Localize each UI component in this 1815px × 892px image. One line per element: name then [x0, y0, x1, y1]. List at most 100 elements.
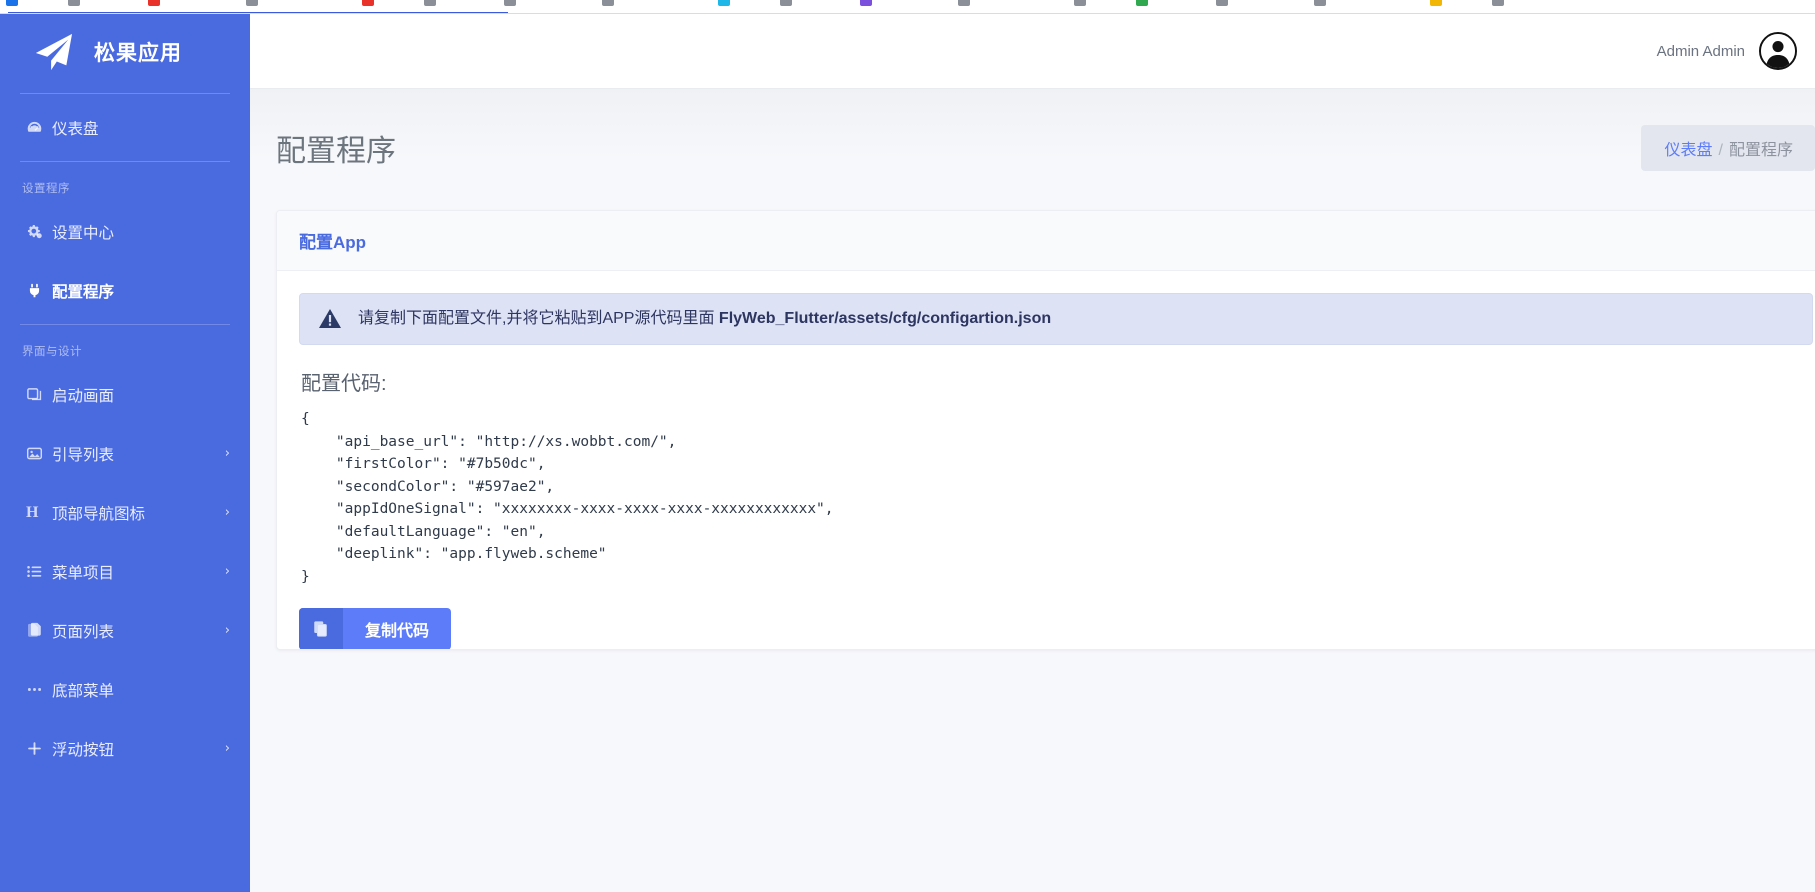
copy-code-label: 复制代码 [343, 608, 451, 650]
bookmark-favicon-icon [68, 0, 80, 6]
card-body: 请复制下面配置文件,并将它粘贴到APP源代码里面 FlyWeb_Flutter/… [277, 271, 1815, 650]
copy-icon [299, 608, 343, 650]
plus-icon [26, 740, 52, 757]
bookmark-item[interactable] [718, 0, 730, 6]
chevron-right-icon[interactable]: › [225, 564, 230, 579]
bookmark-item[interactable] [602, 0, 614, 6]
sidebar-item-0-2[interactable]: 启动画面 [0, 365, 250, 424]
heading-icon: H [26, 505, 52, 521]
sidebar-item-label: 顶部导航图标 [52, 502, 225, 524]
user-menu[interactable]: Admin Admin [1657, 32, 1797, 70]
bookmark-item[interactable] [6, 0, 18, 6]
file-icon [26, 622, 52, 639]
sidebar-divider [20, 324, 230, 325]
alert-text: 请复制下面配置文件,并将它粘贴到APP源代码里面 FlyWeb_Flutter/… [358, 308, 1051, 330]
bookmark-favicon-icon [1430, 0, 1442, 6]
sidebar-item-5-2[interactable]: 底部菜单 [0, 660, 250, 719]
bookmark-favicon-icon [958, 0, 970, 6]
bookmark-favicon-icon [1074, 0, 1086, 6]
bookmark-item[interactable] [504, 0, 516, 6]
bookmark-favicon-icon [602, 0, 614, 6]
bookmark-item[interactable] [68, 0, 80, 6]
config-code-block: { "api_base_url": "http://xs.wobbt.com/"… [301, 408, 1813, 588]
sidebar-item-label: 设置中心 [52, 221, 230, 243]
topbar: Admin Admin [250, 14, 1815, 89]
sidebar-item-label: 配置程序 [52, 280, 230, 302]
sidebar-item-0-1[interactable]: 设置中心 [0, 202, 250, 261]
sidebar: 松果应用 仪表盘设置程序设置中心配置程序界面与设计启动画面引导列表›H顶部导航图… [0, 14, 250, 892]
bookmark-favicon-icon [246, 0, 258, 6]
sidebar-item-label: 启动画面 [52, 384, 230, 406]
code-label: 配置代码: [301, 367, 1813, 396]
page-header: 配置程序 仪表盘 / 配置程序 [250, 89, 1815, 207]
card-title: 配置App [299, 228, 366, 253]
bookmark-favicon-icon [1216, 0, 1228, 6]
list-icon [26, 563, 52, 580]
breadcrumb-current: 配置程序 [1729, 142, 1793, 159]
bookmark-favicon-icon [148, 0, 160, 6]
bookmark-favicon-icon [362, 0, 374, 6]
bookmark-item[interactable] [246, 0, 258, 6]
sidebar-section-heading: 界面与设计 [0, 329, 250, 365]
gears-icon [26, 223, 52, 240]
image-icon [26, 445, 52, 462]
ellipsis-icon [26, 681, 52, 698]
chevron-right-icon[interactable]: › [225, 623, 230, 638]
browser-bookmarks-bar [0, 0, 1815, 14]
breadcrumb-separator: / [1719, 142, 1723, 159]
sidebar-item-3-2[interactable]: 菜单项目› [0, 542, 250, 601]
breadcrumb: 仪表盘 / 配置程序 [1641, 125, 1815, 171]
breadcrumb-home[interactable]: 仪表盘 [1665, 142, 1713, 159]
sidebar-item-label: 页面列表 [52, 620, 225, 642]
paper-plane-icon [30, 32, 76, 72]
chevron-right-icon[interactable]: › [225, 741, 230, 756]
page-title: 配置程序 [276, 126, 396, 170]
user-avatar-icon[interactable] [1759, 32, 1797, 70]
plug-icon [26, 282, 52, 299]
bookmark-item[interactable] [148, 0, 160, 6]
bookmark-item[interactable] [1492, 0, 1504, 6]
bookmark-item[interactable] [958, 0, 970, 6]
sidebar-section-heading: 设置程序 [0, 166, 250, 202]
bookmark-favicon-icon [860, 0, 872, 6]
sidebar-item-label: 底部菜单 [52, 679, 230, 701]
bookmark-item[interactable] [1216, 0, 1228, 6]
bookmark-favicon-icon [1314, 0, 1326, 6]
bookmark-item[interactable] [1430, 0, 1442, 6]
sidebar-item-2-2[interactable]: H顶部导航图标› [0, 483, 250, 542]
alert-path: FlyWeb_Flutter/assets/cfg/configartion.j… [719, 310, 1051, 327]
sidebar-item-0-0[interactable]: 仪表盘 [0, 98, 250, 157]
chevron-right-icon[interactable]: › [225, 446, 230, 461]
bookmark-item[interactable] [1136, 0, 1148, 6]
bookmark-item[interactable] [424, 0, 436, 6]
brand[interactable]: 松果应用 [0, 14, 250, 89]
copy-code-button[interactable]: 复制代码 [299, 608, 451, 650]
sidebar-item-label: 浮动按钮 [52, 738, 225, 760]
window-icon [26, 386, 52, 403]
main-content: 配置App 请复制下面配置文件,并将它粘贴到APP源代码里面 FlyWeb_Fl… [250, 207, 1815, 892]
sidebar-item-label: 引导列表 [52, 443, 225, 465]
bookmark-item[interactable] [780, 0, 792, 6]
card-header: 配置App [277, 211, 1815, 271]
bookmark-favicon-icon [718, 0, 730, 6]
bookmark-favicon-icon [780, 0, 792, 6]
sidebar-item-1-2[interactable]: 引导列表› [0, 424, 250, 483]
dashboard-icon [26, 119, 52, 136]
sidebar-item-1-1[interactable]: 配置程序 [0, 261, 250, 320]
sidebar-divider [20, 161, 230, 162]
bookmark-favicon-icon [504, 0, 516, 6]
warning-triangle-icon [318, 307, 342, 331]
sidebar-item-label: 菜单项目 [52, 561, 225, 583]
bookmark-item[interactable] [1314, 0, 1326, 6]
bookmark-favicon-icon [1136, 0, 1148, 6]
sidebar-item-4-2[interactable]: 页面列表› [0, 601, 250, 660]
bookmark-item[interactable] [860, 0, 872, 6]
brand-name: 松果应用 [94, 37, 182, 67]
sidebar-item-6-2[interactable]: 浮动按钮› [0, 719, 250, 778]
bookmark-item[interactable] [1074, 0, 1086, 6]
sidebar-item-label: 仪表盘 [52, 117, 230, 139]
info-alert: 请复制下面配置文件,并将它粘贴到APP源代码里面 FlyWeb_Flutter/… [299, 293, 1813, 345]
config-app-card: 配置App 请复制下面配置文件,并将它粘贴到APP源代码里面 FlyWeb_Fl… [276, 210, 1815, 650]
bookmark-item[interactable] [362, 0, 374, 6]
chevron-right-icon[interactable]: › [225, 505, 230, 520]
